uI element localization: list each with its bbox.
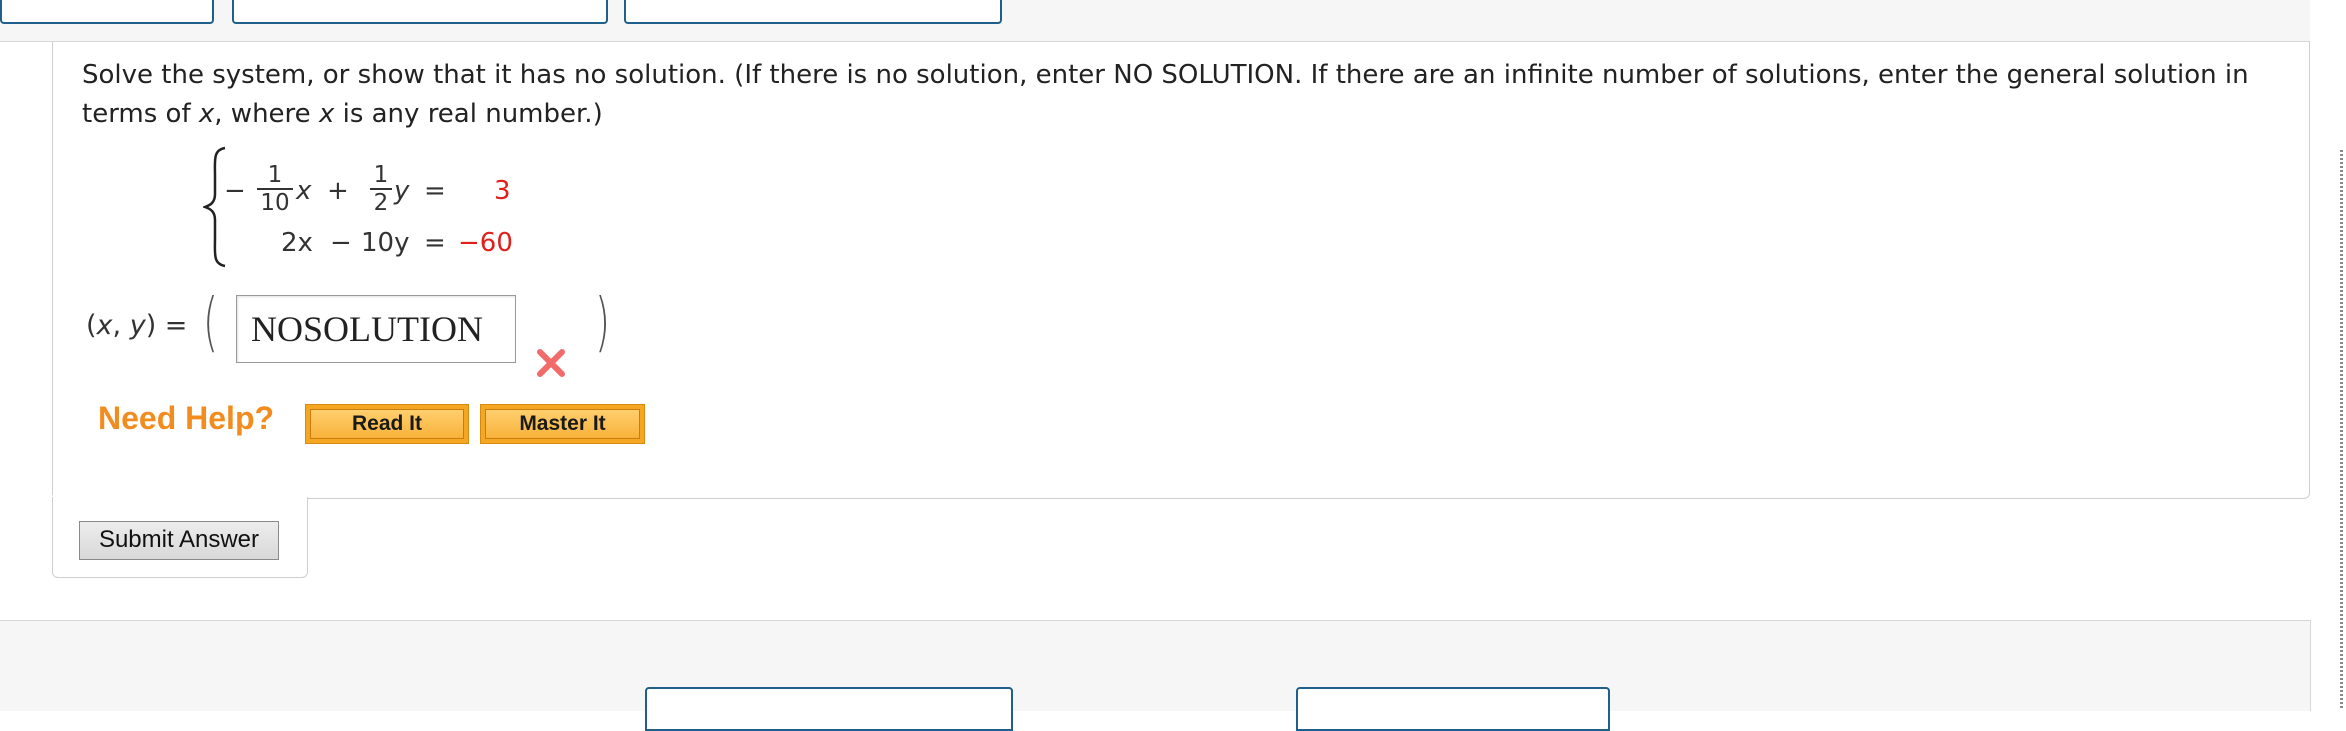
eq1-y-coefficient: 1 2 [370,163,392,215]
read-it-button[interactable]: Read It [305,404,469,444]
eq1-x-numerator: 1 [267,162,283,188]
eq1-x-variable: x [296,176,312,206]
top-nav-button-2[interactable] [232,0,608,24]
eq1-plus-sign: + [327,176,349,206]
eq1-x-denominator: 10 [260,189,290,216]
eq1-y-variable: y [394,176,410,206]
eq2-x-term: 2x [281,228,313,258]
question-prompt: Solve the system, or show that it has no… [82,56,2282,134]
answer-input[interactable] [236,295,516,363]
prompt-variable: x [318,99,335,129]
top-nav-button-3[interactable] [624,0,1002,24]
eq2-minus-sign: − [330,228,352,258]
prompt-text: , where [214,99,319,129]
master-it-label: Master It [485,409,640,439]
prompt-text: is any real number.) [334,99,603,129]
read-it-label: Read It [310,409,464,439]
answer-close-paren: ) [594,286,610,360]
incorrect-cross-icon [537,349,565,377]
answer-open-paren: ( [202,286,218,360]
left-brace-icon [203,146,226,268]
eq1-x-coefficient: 1 10 [257,163,293,215]
eq1-equals-sign: = [424,176,446,206]
master-it-button[interactable]: Master It [480,404,645,444]
prompt-variable: x [198,99,215,129]
eq2-y-term: 10y [361,228,410,258]
window-edge-divider [2340,150,2343,710]
eq1-y-denominator: 2 [373,189,389,216]
eq2-right-hand-side: −60 [458,228,513,258]
submit-answer-button[interactable]: Submit Answer [79,521,279,560]
eq1-y-numerator: 1 [373,162,389,188]
eq1-right-hand-side: 3 [494,176,511,206]
eq2-equals-sign: = [424,228,446,258]
eq1-minus-sign: − [224,176,246,206]
need-help-label: Need Help? [98,400,275,436]
bottom-nav-button-2[interactable] [1296,687,1610,731]
answer-label: (x, y) = [86,310,188,341]
bottom-navigation-band [0,620,2311,711]
top-nav-button-1[interactable] [0,0,214,24]
bottom-nav-button-1[interactable] [645,687,1013,731]
